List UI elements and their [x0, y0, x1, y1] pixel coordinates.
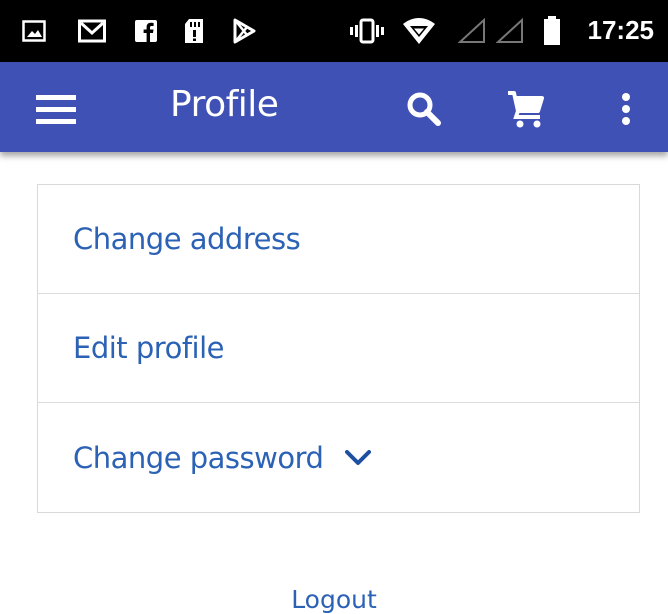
wifi-icon [402, 17, 436, 45]
page-title: Profile [170, 84, 279, 125]
change-address-label: Change address [73, 222, 301, 256]
change-address-item[interactable]: Change address [38, 185, 639, 294]
gallery-icon [20, 17, 48, 45]
battery-icon [542, 16, 562, 45]
signal-icon [496, 17, 524, 45]
menu-icon[interactable] [34, 87, 78, 131]
chevron-down-icon [345, 449, 372, 466]
change-password-label: Change password [73, 440, 324, 475]
status-bar: 17:25 [0, 0, 668, 62]
change-password-item[interactable]: Change password [38, 403, 639, 512]
status-time: 17:25 [587, 15, 655, 45]
app-bar: Profile [0, 62, 668, 152]
facebook-icon [132, 17, 160, 45]
signal-icon [458, 17, 486, 45]
gmail-icon [78, 17, 106, 45]
search-icon[interactable] [402, 87, 446, 131]
profile-menu: Change address Edit profile Change passw… [37, 184, 640, 513]
cart-icon[interactable] [504, 87, 548, 131]
play-store-icon [230, 17, 258, 45]
sd-card-icon [180, 17, 208, 45]
edit-profile-item[interactable]: Edit profile [38, 294, 639, 403]
edit-profile-label: Edit profile [73, 331, 224, 365]
more-vert-icon[interactable] [604, 87, 648, 131]
vibrate-icon [350, 17, 384, 45]
logout-link[interactable]: Logout [0, 585, 668, 614]
